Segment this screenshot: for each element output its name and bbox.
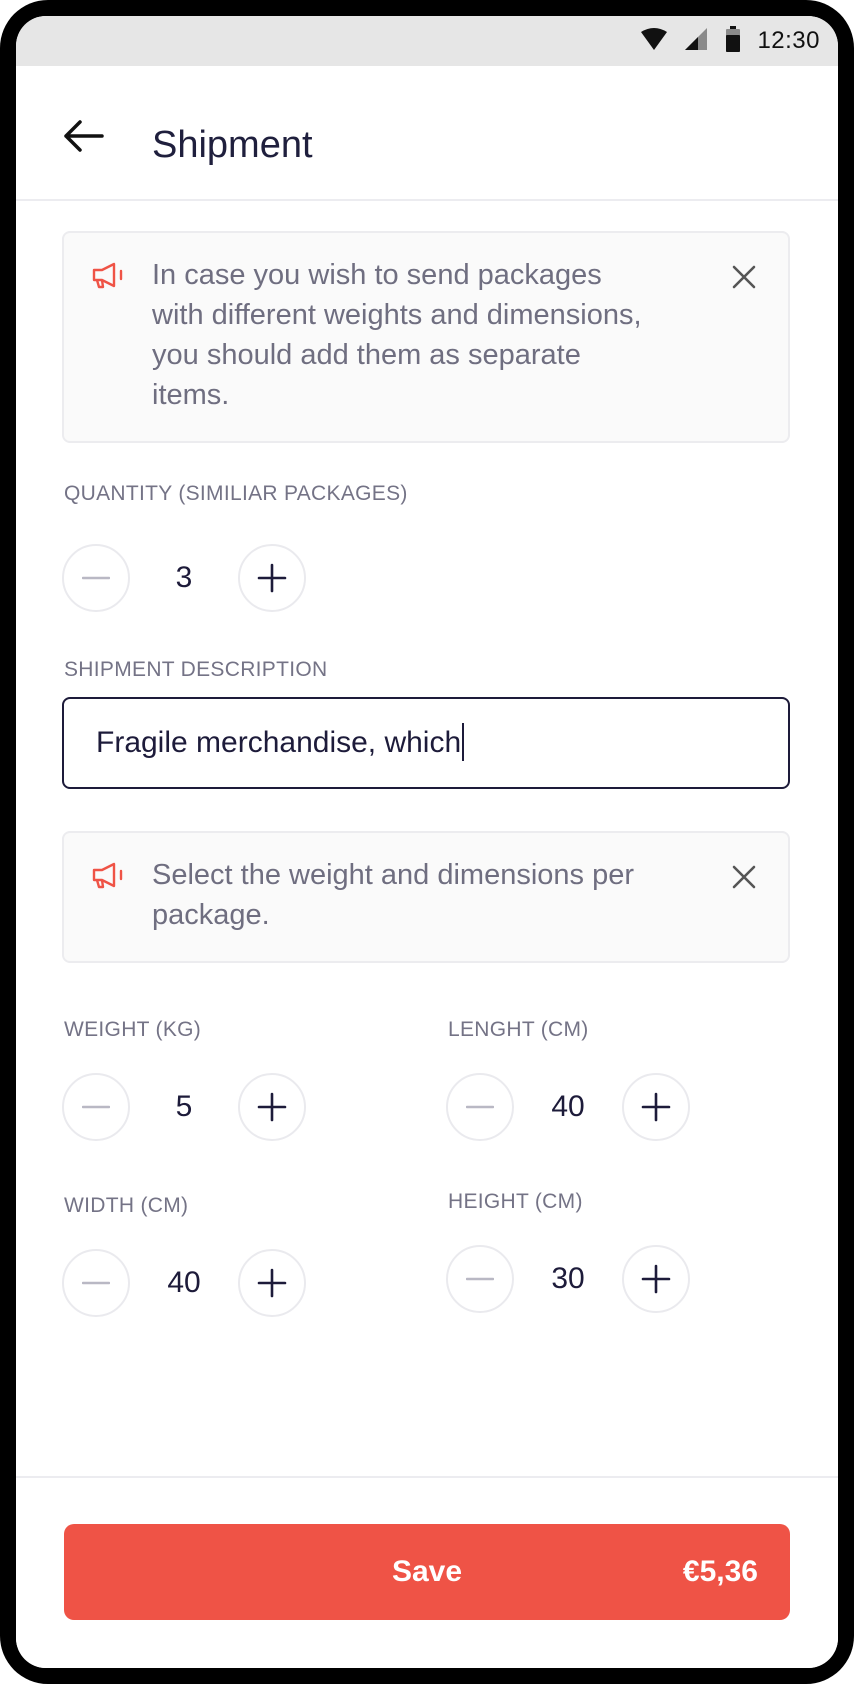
info-line: In case you wish to send packages (152, 259, 602, 291)
wifi-icon (641, 27, 668, 55)
width-value: 40 (167, 1266, 201, 1299)
info-text: In case you wish to send packages with d… (152, 255, 708, 415)
width-label: WIDTH (CM) (64, 1194, 189, 1217)
shipment-description-input[interactable]: Fragile merchandise, which (62, 697, 790, 789)
minus-icon (82, 576, 110, 580)
info-line: items. (152, 379, 230, 411)
text-cursor (462, 723, 465, 762)
quantity-stepper: 3 (62, 544, 306, 612)
minus-icon (466, 1277, 494, 1281)
page-title: Shipment (152, 124, 313, 166)
device-frame: 12:30 Shipment In case you wish to send … (0, 0, 854, 1684)
cellular-signal-icon (685, 27, 708, 55)
length-decrement-button[interactable] (446, 1073, 514, 1141)
height-decrement-button[interactable] (446, 1245, 514, 1313)
save-button-price: €5,36 (682, 1555, 758, 1588)
megaphone-icon (92, 262, 123, 289)
info-line: you should add them as separate (152, 339, 581, 371)
info-line: with different weights and dimensions, (152, 299, 642, 331)
close-icon (732, 265, 756, 289)
plus-icon (641, 1092, 671, 1122)
save-button-label: Save (391, 1555, 463, 1588)
save-button[interactable]: Save €5,36 (64, 1524, 790, 1620)
plus-icon (257, 1092, 287, 1122)
description-input-value: Fragile merchandise, which (96, 699, 465, 787)
weight-label: WEIGHT (KG) (64, 1018, 202, 1041)
megaphone-icon (92, 862, 123, 889)
info-card-separate-items: In case you wish to send packages with d… (62, 231, 790, 443)
dismiss-info-button[interactable] (730, 263, 758, 291)
info-text: Select the weight and dimensions per pac… (152, 855, 708, 935)
height-increment-button[interactable] (622, 1245, 690, 1313)
weight-stepper: 5 (62, 1073, 306, 1141)
footer: Save €5,36 (16, 1476, 838, 1668)
minus-icon (466, 1105, 494, 1109)
length-increment-button[interactable] (622, 1073, 690, 1141)
weight-increment-button[interactable] (238, 1073, 306, 1141)
width-stepper: 40 (62, 1249, 306, 1317)
minus-icon (82, 1281, 110, 1285)
battery-icon (725, 25, 741, 57)
status-icons: 12:30 (641, 16, 820, 66)
weight-value: 5 (175, 1090, 193, 1123)
width-decrement-button[interactable] (62, 1249, 130, 1317)
plus-icon (257, 1268, 287, 1298)
height-label: HEIGHT (CM) (448, 1190, 583, 1213)
description-label: SHIPMENT DESCRIPTION (64, 658, 328, 681)
info-line: package. (152, 899, 270, 931)
width-increment-button[interactable] (238, 1249, 306, 1317)
close-icon (732, 865, 756, 889)
plus-icon (641, 1264, 671, 1294)
weight-decrement-button[interactable] (62, 1073, 130, 1141)
length-value: 40 (551, 1090, 585, 1123)
length-label: LENGHT (CM) (448, 1018, 589, 1041)
quantity-value: 3 (175, 561, 193, 594)
height-value: 30 (551, 1262, 585, 1295)
arrow-left-icon (64, 120, 104, 152)
height-stepper: 30 (446, 1245, 690, 1313)
info-line: Select the weight and dimensions per (152, 859, 635, 891)
quantity-decrement-button[interactable] (62, 544, 130, 612)
status-bar: 12:30 (16, 16, 838, 66)
dismiss-info-button[interactable] (730, 863, 758, 891)
app-bar: Shipment (16, 66, 838, 201)
back-button[interactable] (62, 118, 106, 154)
info-card-weight-dimensions: Select the weight and dimensions per pac… (62, 831, 790, 963)
description-text: Fragile merchandise, which (96, 726, 462, 759)
quantity-label: QUANTITY (SIMILIAR PACKAGES) (64, 482, 408, 505)
plus-icon (257, 563, 287, 593)
status-clock: 12:30 (757, 27, 820, 54)
quantity-increment-button[interactable] (238, 544, 306, 612)
minus-icon (82, 1105, 110, 1109)
screen: 12:30 Shipment In case you wish to send … (16, 16, 838, 1668)
length-stepper: 40 (446, 1073, 690, 1141)
